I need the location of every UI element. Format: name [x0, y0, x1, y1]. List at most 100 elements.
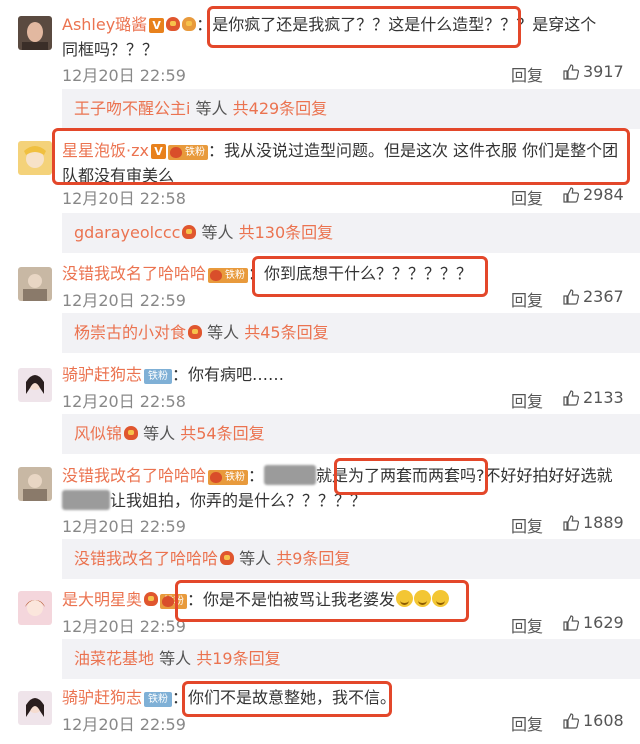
comment-text: ：你是不是怕被骂让我老婆发 — [187, 590, 396, 609]
v-badge-icon: V — [150, 144, 166, 159]
like-button[interactable]: 3917 — [563, 62, 624, 81]
fan-badge-icon: 铁粉 — [144, 369, 173, 384]
avatar[interactable] — [18, 691, 52, 725]
like-count: 3917 — [583, 62, 624, 81]
reply-button[interactable]: 回复 — [511, 287, 543, 311]
thread-user: 杨崇古的小对食 — [74, 323, 187, 342]
comment-body: 星星泡饭·zx V 铁粉 ：我从没说过造型问题。但是这次 这件衣服 你们是整个团 队都… — [62, 138, 624, 188]
like-button[interactable]: 1889 — [563, 513, 624, 532]
fan-badge-icon — [182, 17, 197, 31]
thread-count: 共130条回复 — [238, 223, 334, 242]
avatar[interactable] — [18, 368, 52, 402]
comment-text-tail: ？是穿这个 — [516, 15, 597, 34]
comment-text: ：你有病吧…… — [172, 365, 285, 384]
comment-text: 你们不是故意整她，我不信。 — [188, 688, 397, 707]
thumbs-up-icon — [563, 614, 579, 631]
thumbs-up-icon — [563, 389, 579, 406]
like-button[interactable]: 1629 — [563, 613, 624, 632]
comment-body: 没错我改名了哈哈哈 铁粉 ：你到底想干什么？？？？？？ — [62, 264, 473, 283]
thread-user: gdarayeolccc — [74, 223, 181, 242]
comment-time: 12月20日 22:58 — [62, 189, 186, 208]
thumbs-up-icon — [563, 186, 579, 203]
username[interactable]: 骑驴赶狗志 — [62, 688, 142, 707]
fan-badge-icon — [182, 225, 197, 239]
reply-thread-summary[interactable]: 没错我改名了哈哈哈 等人 共9条回复 — [62, 539, 640, 579]
like-button[interactable]: 1608 — [563, 711, 624, 730]
fan-badge-icon — [188, 325, 203, 339]
like-button[interactable]: 2133 — [563, 388, 624, 407]
thread-mid: 等人 — [234, 549, 277, 568]
comment-time: 12月20日 22:59 — [62, 617, 186, 636]
fan-badge-icon: 铁粉 — [208, 470, 249, 485]
thread-count: 共19条回复 — [196, 649, 281, 668]
username[interactable]: 没错我改名了哈哈哈 — [62, 466, 206, 485]
comment-body: 没错我改名了哈哈哈 铁粉：就是为了两套而两套吗?不好好拍好好选就 让我姐拍，你弄的… — [62, 465, 613, 510]
reply-thread-summary[interactable]: 王子吻不醒公主i 等人 共429条回复 — [62, 89, 640, 129]
like-count: 2367 — [583, 287, 624, 306]
like-button[interactable]: 2984 — [563, 185, 624, 204]
thread-count: 共429条回复 — [232, 99, 328, 118]
avatar[interactable] — [18, 267, 52, 301]
username[interactable]: Ashley璐酱 — [62, 15, 147, 34]
like-count: 2133 — [583, 388, 624, 407]
like-count: 2984 — [583, 185, 624, 204]
thread-user: 没错我改名了哈哈哈 — [74, 549, 219, 568]
reply-button[interactable]: 回复 — [511, 185, 543, 209]
reply-button[interactable]: 回复 — [511, 62, 543, 86]
sweat-smile-emoji-icon — [396, 590, 414, 607]
like-button[interactable]: 2367 — [563, 287, 624, 306]
reply-button[interactable]: 回复 — [511, 513, 543, 537]
thumbs-up-icon — [563, 712, 579, 729]
reply-thread-summary[interactable]: gdarayeolccc 等人 共130条回复 — [62, 213, 640, 253]
thread-user: 王子吻不醒公主i — [74, 99, 191, 118]
comment-item: 骑驴赶狗志 铁粉 ：你们不是故意整她，我不信。 12月20日 22:59 回复 16… — [0, 679, 640, 744]
like-count: 1608 — [583, 711, 624, 730]
thread-count: 共54条回复 — [180, 424, 265, 443]
fan-badge-icon: 铁粉 — [167, 145, 208, 160]
like-count: 1629 — [583, 613, 624, 632]
reply-thread-summary[interactable]: 杨崇古的小对食 等人 共45条回复 — [62, 313, 640, 353]
comment-text: 是你疯了还是我疯了？？这是什么造型？？ — [212, 15, 517, 34]
reply-button[interactable]: 回复 — [511, 711, 543, 735]
like-count: 1889 — [583, 513, 624, 532]
avatar[interactable] — [18, 467, 52, 501]
sweat-smile-emoji-icon — [432, 590, 450, 607]
comment-time: 12月20日 22:59 — [62, 291, 186, 310]
comment-time: 12月20日 22:59 — [62, 715, 186, 734]
username[interactable]: 星星泡饭·zx — [62, 141, 149, 160]
comment-item: 没错我改名了哈哈哈 铁粉：就是为了两套而两套吗?不好好拍好好选就 让我姐拍，你弄的… — [0, 455, 640, 540]
comment-body: Ashley璐酱 V ：是你疯了还是我疯了？？这是什么造型？？？是穿这个 同框吗？？… — [62, 15, 597, 59]
comment-text-cont: 同框吗？？？ — [62, 40, 159, 59]
username[interactable]: 骑驴赶狗志 — [62, 365, 142, 384]
fan-badge-icon — [144, 592, 159, 606]
comment-text-mid: 不好好拍好好选就 — [484, 466, 613, 485]
thread-mid: 等人 — [196, 223, 239, 242]
avatar[interactable] — [18, 16, 52, 50]
comment-item: 没错我改名了哈哈哈 铁粉 ：你到底想干什么？？？？？？ 12月20日 22:59 回… — [0, 253, 640, 315]
comment-item: 骑驴赶狗志 铁粉 ：你有病吧…… 12月20日 22:58 回复 2133 — [0, 354, 640, 414]
comment-text: 就是为了两套而两套吗? — [316, 466, 485, 485]
fan-badge-icon — [166, 17, 181, 31]
thread-mid: 等人 — [138, 424, 181, 443]
thread-user: 油菜花基地 — [74, 649, 155, 668]
thread-mid: 等人 — [154, 649, 197, 668]
reply-thread-summary[interactable]: 油菜花基地 等人 共19条回复 — [62, 639, 640, 679]
comment-time: 12月20日 22:59 — [62, 517, 186, 536]
username[interactable]: 是大明星奥 — [62, 590, 142, 609]
thread-mid: 等人 — [202, 323, 245, 342]
thumbs-up-icon — [563, 63, 579, 80]
v-badge-icon: V — [149, 18, 165, 33]
reply-button[interactable]: 回复 — [511, 388, 543, 412]
reply-thread-summary[interactable]: 风似锦 等人 共54条回复 — [62, 414, 640, 454]
avatar[interactable] — [18, 591, 52, 625]
comment-time: 12月20日 22:59 — [62, 66, 186, 85]
comment-item: 是大明星奥 铁粉 ：你是不是怕被骂让我老婆发 12月20日 22:59 回复 162… — [0, 579, 640, 641]
avatar[interactable] — [18, 141, 52, 175]
username[interactable]: 没错我改名了哈哈哈 — [62, 264, 206, 283]
fan-badge-icon: 铁粉 — [144, 692, 173, 707]
thumbs-up-icon — [563, 288, 579, 305]
thread-count: 共9条回复 — [276, 549, 351, 568]
reply-button[interactable]: 回复 — [511, 613, 543, 637]
comment-time: 12月20日 22:58 — [62, 392, 186, 411]
fan-badge-icon — [124, 426, 139, 440]
